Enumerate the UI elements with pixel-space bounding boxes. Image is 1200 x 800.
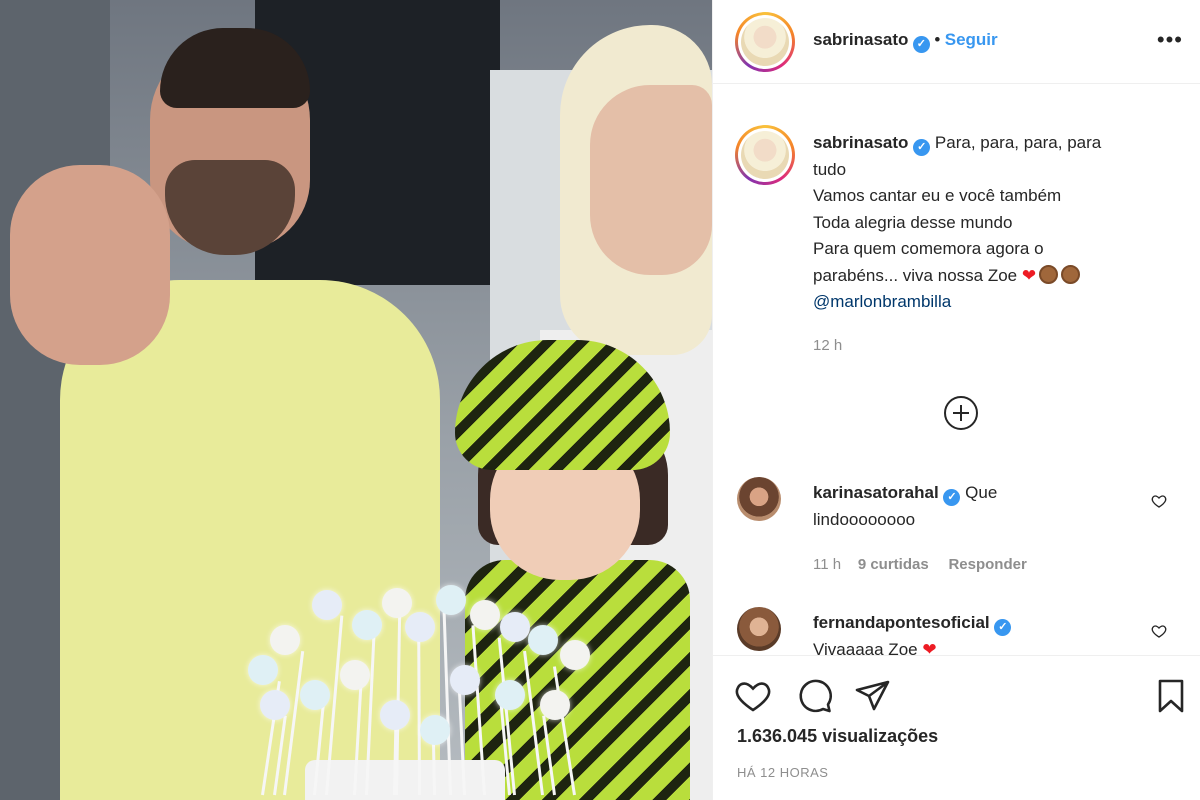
paper-plane-icon[interactable] [853,676,893,716]
heart-icon[interactable] [733,676,773,716]
caption-username[interactable]: sabrinasato [813,133,908,152]
cake-pop [450,665,480,695]
follow-button[interactable]: Seguir [945,30,998,49]
woman-face [590,85,712,275]
commenter-username[interactable]: fernandapontesoficial [813,613,990,632]
posted-time: HÁ 12 HORAS [737,765,829,780]
caption-line: Para quem comemora agora o [813,239,1044,258]
comments-scroll-area[interactable]: sabrinasato ✓ Para, para, para, para tud… [713,85,1200,655]
comment-text: Que [965,483,998,502]
comment-icon[interactable] [795,676,835,716]
caption-line: tudo [813,159,847,179]
clap-emoji-icon [1061,264,1081,284]
mention-link[interactable]: @marlonbrambilla [813,289,1168,316]
caption: sabrinasato ✓ Para, para, para, para tud… [813,130,1168,359]
clapping-hands [10,165,170,365]
cake-pop [560,640,590,670]
views-count[interactable]: 1.636.045 visualizações [737,726,938,747]
comment-text: Vivaaaaa Zoe [813,640,918,655]
commenter-username[interactable]: karinasatorahal [813,483,939,502]
cake-pop [312,590,342,620]
separator-dot: • [934,30,941,49]
cake-pop [248,655,278,685]
post-media[interactable] [0,0,712,800]
post-header: sabrinasato ✓ • Seguir ••• [713,0,1200,84]
caption-line: Vamos cantar eu e você também [813,186,1062,205]
cake-pop [270,625,300,655]
cake [305,760,505,800]
cake-pop [382,588,412,618]
author-username[interactable]: sabrinasato [813,30,908,49]
heart-emoji-icon: ❤ [1021,265,1037,285]
cake-pop [495,680,525,710]
caption-line: Para, para, para, para [934,133,1102,152]
cake-pop [540,690,570,720]
caption-line: parabéns... viva nossa Zoe [813,265,1018,285]
plus-circle-icon[interactable] [944,396,978,430]
comment-like-heart-icon[interactable] [1151,623,1167,639]
cake-pop [500,612,530,642]
cake-pop [420,715,450,745]
caption-line: Toda alegria desse mundo [813,212,1013,232]
clap-emoji-icon [1039,264,1059,284]
comment-time: 11 h [813,556,842,573]
post-panel: sabrinasato ✓ • Seguir ••• sabrinasato ✓… [712,0,1200,800]
commenter-avatar[interactable] [737,477,781,521]
verified-badge-icon: ✓ [994,619,1012,636]
cake-pop [528,625,558,655]
cake-pop [260,690,290,720]
cake-pop [380,700,410,730]
more-options-icon[interactable]: ••• [1157,29,1183,51]
cake-pop [470,600,500,630]
cake-pop [436,585,466,615]
comment-text: lindoooooooo [813,510,916,529]
comment-like-heart-icon[interactable] [1151,493,1167,509]
cake-pop [405,612,435,642]
cake-pop [352,610,382,640]
reply-button[interactable]: Responder [948,556,1026,573]
actions-bar: 1.636.045 visualizações HÁ 12 HORAS [713,655,1200,800]
verified-badge-icon: ✓ [912,36,930,53]
heart-emoji-icon: ❤ [922,640,937,655]
caption-time: 12 h [813,336,843,354]
verified-badge-icon: ✓ [943,489,961,506]
comment-likes[interactable]: 9 curtidas [858,556,929,573]
cake-pop [340,660,370,690]
bookmark-icon[interactable] [1151,676,1191,716]
caption-avatar[interactable] [735,125,795,185]
author-row: sabrinasato ✓ • Seguir [813,30,998,53]
commenter-avatar[interactable] [737,607,781,651]
cake-pop [300,680,330,710]
author-avatar[interactable] [735,12,795,72]
verified-badge-icon: ✓ [913,139,931,156]
